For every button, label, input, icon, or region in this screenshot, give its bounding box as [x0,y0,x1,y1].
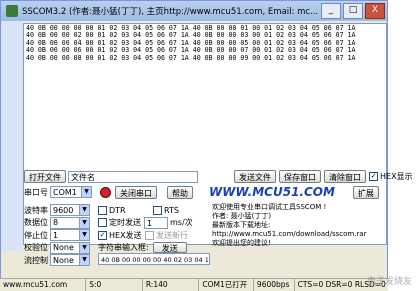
status-received: R:140 [143,279,200,291]
minimize-button[interactable]: _ [321,3,341,19]
settings-panel: 波特率 9600 ▼ 数据位 8 ▼ 停止位 1 ▼ 校验位 None ▼ 流控制 No… [24,204,96,267]
info-line: 最新版本下载地址: [212,221,271,229]
status-site: www.mcu51.com [0,279,87,291]
port-value: COM1 [53,187,77,197]
flow-select[interactable]: None ▼ [50,254,90,267]
watermark: 电子发烧友 [366,277,412,287]
flow-value: None [53,255,74,265]
chevron-down-icon: ▼ [79,242,89,253]
hex-send-label: HEX发送 [109,230,142,240]
save-window-button[interactable]: 保存窗口 [279,170,321,183]
info-line: 欢迎提出您的建议! [212,239,271,247]
side-strip [1,21,23,251]
send-button[interactable]: 发送 [152,242,187,254]
stop-bits-select[interactable]: 1 ▼ [50,229,90,242]
hex-display-checkbox[interactable]: ✓ [369,172,378,181]
close-port-button[interactable]: 关闭串口 [115,185,157,199]
info-line: 作者: 聂小猛(丁丁) [212,212,272,220]
send-data-input[interactable]: 40 0B 00 00 00 00 40 02 03 04 1A 06 07 1… [98,253,210,265]
interval-unit: ms/次 [170,218,193,228]
parity-select[interactable]: None ▼ [50,241,90,254]
chevron-down-icon: ▼ [79,255,89,266]
status-bar: www.mcu51.com S:0 R:140 COM1已打开 9600bps … [0,278,388,291]
help-button[interactable]: 帮助 [167,185,193,199]
hex-send-checkbox[interactable]: ✓ [98,230,107,240]
port-row: 串口号 COM1 ▼ 关闭串口 帮助 WWW.MCU51.COM 扩展 [24,185,379,199]
close-button[interactable]: X [365,3,385,19]
chevron-down-icon: ▼ [79,205,89,216]
rts-checkbox[interactable] [153,205,162,215]
app-icon [6,5,18,17]
parity-label: 校验位 [24,243,48,253]
window-title: SSCOM3.2 (作者:聂小猛(丁丁), 主页http://www.mcu51… [22,7,319,17]
parity-value: None [53,243,74,253]
options-panel: DTR RTS 定时发送 1 ms/次 ✓ HEX发送 发送新行 字符串输入框: … [98,204,210,254]
receive-line: 40 0B 00 00 08 00 01 02 03 04 05 06 07 1… [26,53,356,62]
chevron-down-icon: ▼ [79,230,89,241]
send-file-button[interactable]: 发送文件 [234,170,276,183]
info-line: http://www.mcu51.com/download/sscom.rar [212,230,367,238]
stop-bits-value: 1 [53,230,59,240]
expand-button[interactable]: 扩展 [352,185,379,199]
status-port: COM1已打开 [199,279,254,291]
interval-input[interactable]: 1 [144,216,168,229]
baud-value: 9600 [53,205,74,215]
open-file-button[interactable]: 打开文件 [24,170,66,183]
port-select[interactable]: COM1 ▼ [50,186,92,198]
data-bits-label: 数据位 [24,218,48,228]
site-logo: WWW.MCU51.COM [209,185,335,199]
maximize-button[interactable]: □ [343,3,363,19]
hex-display-label: HEX显示 [380,172,413,181]
data-bits-value: 8 [53,218,59,228]
send-newline-checkbox[interactable] [145,230,154,240]
input-label: 字符串输入框: [98,243,149,253]
data-bits-select[interactable]: 8 ▼ [50,216,90,229]
info-panel: 欢迎使用专业串口调试工具SSCOM ! 作者: 聂小猛(丁丁) 最新版本下载地址: h… [212,203,384,257]
timed-send-label: 定时发送 [109,218,141,228]
dtr-label: DTR [109,205,126,215]
status-baud: 9600bps [254,279,295,291]
rts-label: RTS [164,205,179,215]
clear-window-button[interactable]: 清除窗口 [324,170,366,183]
baud-label: 波特率 [24,205,48,215]
timed-send-checkbox[interactable] [98,218,107,228]
chevron-down-icon: ▼ [81,187,91,197]
file-row: 打开文件 文件名 发送文件 保存窗口 清除窗口 ✓ HEX显示 [24,170,413,183]
file-name-input[interactable]: 文件名 [68,170,198,183]
send-newline-label: 发送新行 [156,230,188,240]
title-bar: SSCOM3.2 (作者:聂小猛(丁丁), 主页http://www.mcu51… [1,1,387,21]
dtr-checkbox[interactable] [98,205,107,215]
status-sent: S:0 [86,279,143,291]
stop-bits-label: 停止位 [24,230,48,240]
chevron-down-icon: ▼ [79,217,89,228]
baud-select[interactable]: 9600 ▼ [50,204,90,217]
info-line: 欢迎使用专业串口调试工具SSCOM ! [212,203,327,211]
port-label: 串口号 [24,187,48,197]
flow-label: 流控制 [24,255,48,265]
port-status-icon [100,186,111,198]
